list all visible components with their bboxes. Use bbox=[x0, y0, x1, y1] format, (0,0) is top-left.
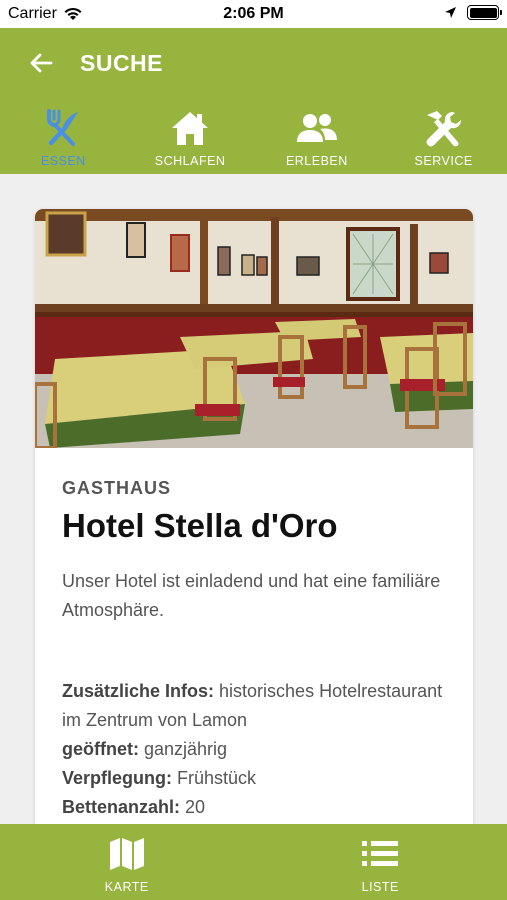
nav-liste[interactable]: LISTE bbox=[254, 824, 507, 900]
battery-icon bbox=[467, 5, 502, 20]
people-icon bbox=[296, 108, 338, 148]
category-tabs: ESSEN SCHLAFEN ERLEBEN SERVICE bbox=[0, 98, 507, 174]
map-icon bbox=[108, 834, 146, 874]
tab-label: SERVICE bbox=[414, 154, 473, 168]
tab-label: SCHLAFEN bbox=[154, 154, 226, 168]
tab-schlafen[interactable]: SCHLAFEN bbox=[127, 98, 254, 174]
listing-title: Hotel Stella d'Oro bbox=[62, 507, 338, 544]
status-right bbox=[444, 5, 502, 20]
tab-service[interactable]: SERVICE bbox=[380, 98, 507, 174]
tools-icon bbox=[423, 108, 465, 148]
info-value: Frühstück bbox=[177, 768, 257, 788]
content-area[interactable]: GASTHAUS Hotel Stella d'Oro Unser Hotel … bbox=[0, 174, 507, 824]
battery-fill bbox=[469, 7, 497, 18]
info-block: Zusätzliche Infos: historisches Hotelres… bbox=[62, 677, 446, 822]
info-line: Bettenanzahl: 20 bbox=[62, 793, 446, 822]
info-label: geöffnet: bbox=[62, 739, 139, 759]
nav-label: LISTE bbox=[361, 880, 399, 894]
tab-essen[interactable]: ESSEN bbox=[0, 98, 127, 174]
tab-label: ERLEBEN bbox=[285, 154, 348, 168]
info-label: Verpflegung: bbox=[62, 768, 173, 788]
location-arrow-icon bbox=[445, 7, 456, 18]
list-icon bbox=[362, 834, 399, 874]
back-button[interactable] bbox=[10, 28, 72, 98]
fork-knife-icon bbox=[43, 108, 83, 148]
info-line: geöffnet: ganzjährig bbox=[62, 735, 446, 764]
restaurant-photo bbox=[35, 209, 473, 448]
tab-erleben[interactable]: ERLEBEN bbox=[254, 98, 381, 174]
listing-description: Unser Hotel ist einladend und hat eine f… bbox=[62, 571, 441, 620]
info-label: Bettenanzahl: bbox=[62, 797, 181, 817]
info-line: Verpflegung: Frühstück bbox=[62, 764, 446, 793]
listing-category: GASTHAUS bbox=[62, 478, 172, 498]
nav-karte[interactable]: KARTE bbox=[0, 824, 254, 900]
house-icon bbox=[170, 108, 210, 148]
status-bar: Carrier 2:06 PM bbox=[0, 0, 507, 28]
info-value: ganzjährig bbox=[144, 739, 228, 759]
tab-label: ESSEN bbox=[40, 154, 86, 168]
info-line: Zusätzliche Infos: historisches Hotelres… bbox=[62, 677, 446, 735]
nav-label: KARTE bbox=[104, 880, 149, 894]
bottom-nav: KARTE LISTE bbox=[0, 824, 507, 900]
app-header: SUCHE bbox=[0, 28, 507, 98]
arrow-left-icon bbox=[30, 53, 53, 73]
card-body: GASTHAUS Hotel Stella d'Oro Unser Hotel … bbox=[35, 448, 473, 822]
status-time: 2:06 PM bbox=[223, 5, 284, 22]
listing-card[interactable]: GASTHAUS Hotel Stella d'Oro Unser Hotel … bbox=[35, 209, 473, 824]
info-value: 20 bbox=[185, 797, 206, 817]
info-label: Zusätzliche Infos: bbox=[62, 681, 215, 701]
page-title: SUCHE bbox=[80, 49, 164, 76]
